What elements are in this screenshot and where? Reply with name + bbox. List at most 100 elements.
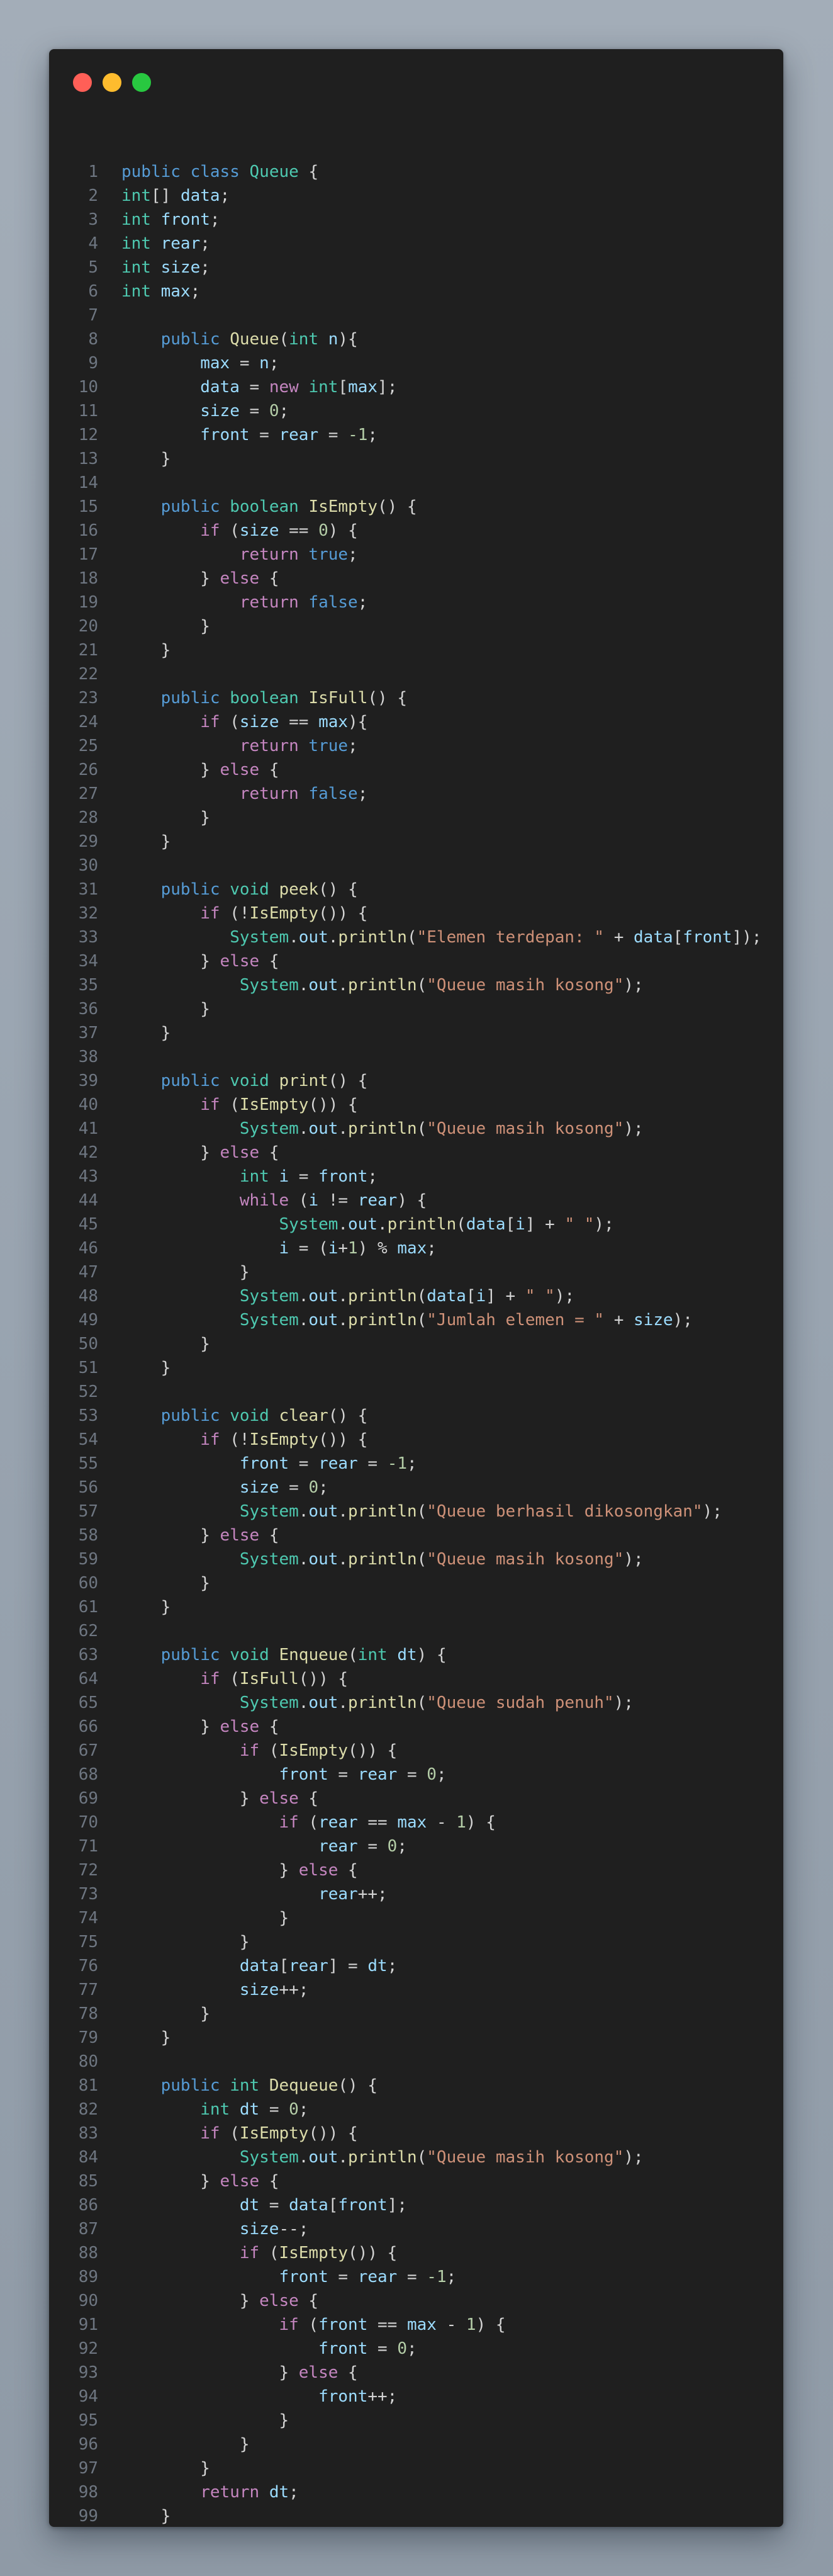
close-window-button[interactable] xyxy=(73,73,92,92)
code-line: 42 } else { xyxy=(49,1141,783,1165)
code-line: 2 int[] data; xyxy=(49,184,783,208)
line-source: } else { xyxy=(98,2169,279,2193)
line-source xyxy=(98,303,121,327)
code-token: if xyxy=(200,904,220,923)
code-token: = xyxy=(367,2339,398,2358)
line-source: } else { xyxy=(98,949,279,973)
code-line: 49 System.out.println("Jumlah elemen = "… xyxy=(49,1308,783,1332)
code-token: out xyxy=(308,976,338,995)
code-token: } xyxy=(121,1000,210,1019)
zoom-window-button[interactable] xyxy=(132,73,151,92)
code-token: ; xyxy=(357,593,368,612)
code-token: } xyxy=(121,2172,220,2191)
code-token: [ xyxy=(673,928,683,947)
line-source: } xyxy=(98,2002,210,2026)
code-token: ; xyxy=(446,2268,457,2286)
line-source: } else { xyxy=(98,1141,279,1165)
code-token: } xyxy=(121,2363,299,2382)
code-token: ) { xyxy=(328,521,358,540)
code-token: if xyxy=(200,1669,220,1688)
code-token: println xyxy=(348,1119,417,1138)
code-line: 14 xyxy=(49,471,783,495)
code-line: 60 } xyxy=(49,1571,783,1595)
code-token: boolean xyxy=(230,689,299,708)
code-token: front xyxy=(279,1765,328,1784)
code-line: 84 System.out.println("Queue masih koson… xyxy=(49,2145,783,2169)
code-token: . xyxy=(338,2148,349,2167)
code-token: ; xyxy=(298,2100,309,2119)
line-number: 65 xyxy=(78,1693,98,1712)
code-token: { xyxy=(259,1526,279,1545)
line-number: 14 xyxy=(78,473,98,492)
minimize-window-button[interactable] xyxy=(103,73,121,92)
line-source: } xyxy=(98,1260,250,1284)
code-token: data xyxy=(239,1957,279,1975)
code-token: == xyxy=(279,521,319,540)
code-token: } xyxy=(121,2507,171,2526)
code-line: 99 } xyxy=(49,2504,783,2527)
code-line: 7 xyxy=(49,303,783,327)
code-token: false xyxy=(308,784,358,803)
code-line: 74 } xyxy=(49,1906,783,1930)
code-token: data xyxy=(466,1215,506,1234)
code-line: 25 return true; xyxy=(49,734,783,758)
code-line: 46 i = (i+1) % max; xyxy=(49,1236,783,1260)
code-token: i xyxy=(279,1239,289,1258)
line-number: 62 xyxy=(78,1622,98,1641)
code-token: ++; xyxy=(279,1980,309,1999)
code-line: 72 } else { xyxy=(49,1858,783,1882)
code-token: . xyxy=(338,1287,349,1306)
code-token: front xyxy=(683,928,732,947)
line-number: 50 xyxy=(78,1335,98,1353)
code-token: = xyxy=(289,1454,319,1473)
code-token: ); xyxy=(623,2148,644,2167)
line-number: 3 xyxy=(88,210,98,229)
code-token: ( xyxy=(298,2315,319,2334)
code-token: . xyxy=(338,976,349,995)
line-number: 51 xyxy=(78,1359,98,1377)
line-number: 18 xyxy=(78,569,98,588)
line-number: 76 xyxy=(78,1957,98,1975)
line-number: 21 xyxy=(78,641,98,660)
line-number: 8 xyxy=(88,330,98,349)
line-source: return false; xyxy=(98,782,368,806)
line-number: 60 xyxy=(78,1574,98,1593)
line-number: 69 xyxy=(78,1789,98,1808)
code-line: 23 public boolean IsFull() { xyxy=(49,686,783,710)
line-number: 11 xyxy=(78,402,98,421)
code-token: = xyxy=(259,2196,289,2215)
code-token: { xyxy=(259,952,279,971)
code-token: ( xyxy=(259,2244,279,2262)
code-token: println xyxy=(348,2148,417,2167)
code-token: . xyxy=(328,928,338,947)
code-token: . xyxy=(298,1502,309,1521)
code-token: == xyxy=(279,713,319,732)
code-token: { xyxy=(298,1789,319,1808)
code-line: 18 } else { xyxy=(49,567,783,590)
code-token: ( xyxy=(259,1741,279,1760)
code-token: rear xyxy=(357,1191,398,1210)
code-token: front xyxy=(279,2268,328,2286)
code-line: 4 int rear; xyxy=(49,232,783,256)
line-number: 24 xyxy=(78,713,98,732)
line-source: } else { xyxy=(98,1523,279,1547)
code-token: { xyxy=(338,2363,358,2382)
code-token: rear xyxy=(279,426,319,444)
code-token: public xyxy=(160,1646,220,1664)
code-token: ); xyxy=(613,1693,634,1712)
code-token: IsEmpty xyxy=(239,2124,309,2143)
code-token: { xyxy=(259,569,279,588)
code-line: 11 size = 0; xyxy=(49,399,783,423)
line-number: 75 xyxy=(78,1933,98,1952)
line-number: 39 xyxy=(78,1071,98,1090)
